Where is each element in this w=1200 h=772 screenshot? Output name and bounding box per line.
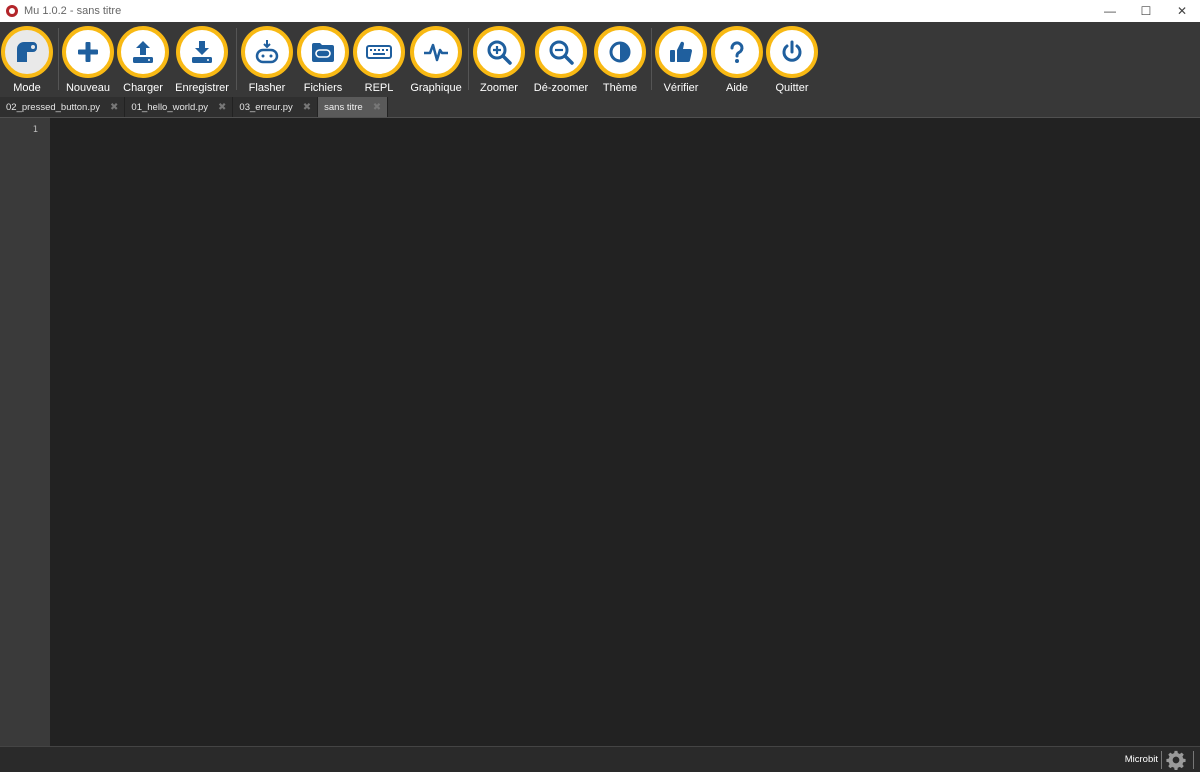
new-label: Nouveau	[65, 82, 111, 94]
tab-01-hello-world[interactable]: 01_hello_world.py ✖	[125, 97, 234, 117]
line-number: 1	[32, 125, 38, 135]
zoom-out-label: Dé-zoomer	[533, 82, 589, 94]
toolbar-separator	[468, 28, 469, 90]
zoom-in-icon	[473, 26, 525, 78]
zoom-in-button[interactable]: Zoomer	[473, 26, 525, 96]
window-controls: — ☐ ✕	[1092, 0, 1200, 22]
thumbs-up-icon	[655, 26, 707, 78]
toolbar: Mode Nouveau Charger Enregistrer Flasher…	[0, 22, 1200, 96]
power-icon	[766, 26, 818, 78]
download-icon	[176, 26, 228, 78]
tab-close-icon[interactable]: ✖	[373, 102, 381, 113]
keyboard-icon	[353, 26, 405, 78]
check-label: Vérifier	[663, 82, 699, 94]
zoom-out-icon	[535, 26, 587, 78]
contrast-icon	[594, 26, 646, 78]
flash-label: Flasher	[248, 82, 286, 94]
tab-close-icon[interactable]: ✖	[303, 102, 311, 113]
mode-icon	[1, 26, 53, 78]
line-number-gutter: 1	[0, 118, 50, 746]
tab-sans-titre[interactable]: sans titre ✖	[318, 97, 389, 117]
tab-close-icon[interactable]: ✖	[218, 102, 226, 113]
save-button[interactable]: Enregistrer	[175, 26, 229, 96]
help-button[interactable]: Aide	[711, 26, 763, 96]
tab-02-pressed-button[interactable]: 02_pressed_button.py ✖	[0, 97, 126, 117]
tab-label: 02_pressed_button.py	[6, 101, 101, 113]
upload-icon	[117, 26, 169, 78]
question-icon	[711, 26, 763, 78]
tab-close-icon[interactable]: ✖	[110, 102, 118, 113]
maximize-button[interactable]: ☐	[1128, 0, 1164, 22]
zoom-in-label: Zoomer	[480, 82, 518, 94]
repl-label: REPL	[364, 82, 394, 94]
mode-indicator[interactable]: Microbit	[1125, 754, 1158, 765]
tab-label: 03_erreur.py	[239, 101, 293, 113]
status-separator	[1161, 751, 1162, 769]
minimize-button[interactable]: —	[1092, 0, 1128, 22]
quit-button[interactable]: Quitter	[766, 26, 818, 96]
microbit-flash-icon	[241, 26, 293, 78]
status-separator	[1193, 751, 1194, 769]
pulse-icon	[410, 26, 462, 78]
folder-icon	[297, 26, 349, 78]
theme-label: Thème	[602, 82, 638, 94]
code-editor[interactable]	[51, 118, 1200, 746]
plus-icon	[62, 26, 114, 78]
toolbar-separator	[236, 28, 237, 90]
flash-button[interactable]: Flasher	[241, 26, 293, 96]
toolbar-separator	[58, 28, 59, 90]
quit-label: Quitter	[775, 82, 809, 94]
zoom-out-button[interactable]: Dé-zoomer	[533, 26, 589, 96]
tab-03-erreur[interactable]: 03_erreur.py ✖	[233, 97, 319, 117]
gear-icon[interactable]	[1166, 750, 1186, 770]
mode-label: Mode	[13, 82, 41, 94]
plotter-label: Graphique	[410, 82, 462, 94]
files-label: Fichiers	[303, 82, 343, 94]
check-button[interactable]: Vérifier	[655, 26, 707, 96]
title-bar: Mu 1.0.2 - sans titre — ☐ ✕	[0, 0, 1200, 22]
toolbar-separator	[651, 28, 652, 90]
close-button[interactable]: ✕	[1164, 0, 1200, 22]
window-title: Mu 1.0.2 - sans titre	[24, 5, 122, 17]
tab-label: 01_hello_world.py	[131, 101, 209, 113]
status-bar: Microbit	[0, 746, 1200, 772]
plotter-button[interactable]: Graphique	[410, 26, 462, 96]
mu-logo-icon	[6, 5, 18, 17]
save-label: Enregistrer	[175, 82, 229, 94]
load-button[interactable]: Charger	[117, 26, 169, 96]
files-button[interactable]: Fichiers	[297, 26, 349, 96]
repl-button[interactable]: REPL	[353, 26, 405, 96]
theme-button[interactable]: Thème	[594, 26, 646, 96]
mu-editor-window: Mu 1.0.2 - sans titre — ☐ ✕ Mode Nouveau	[0, 0, 1200, 772]
mode-button[interactable]: Mode	[1, 26, 53, 96]
new-button[interactable]: Nouveau	[62, 26, 114, 96]
tab-label: sans titre	[324, 101, 363, 113]
file-tabs: 02_pressed_button.py ✖ 01_hello_world.py…	[0, 96, 1200, 118]
load-label: Charger	[123, 82, 163, 94]
help-label: Aide	[725, 82, 749, 94]
